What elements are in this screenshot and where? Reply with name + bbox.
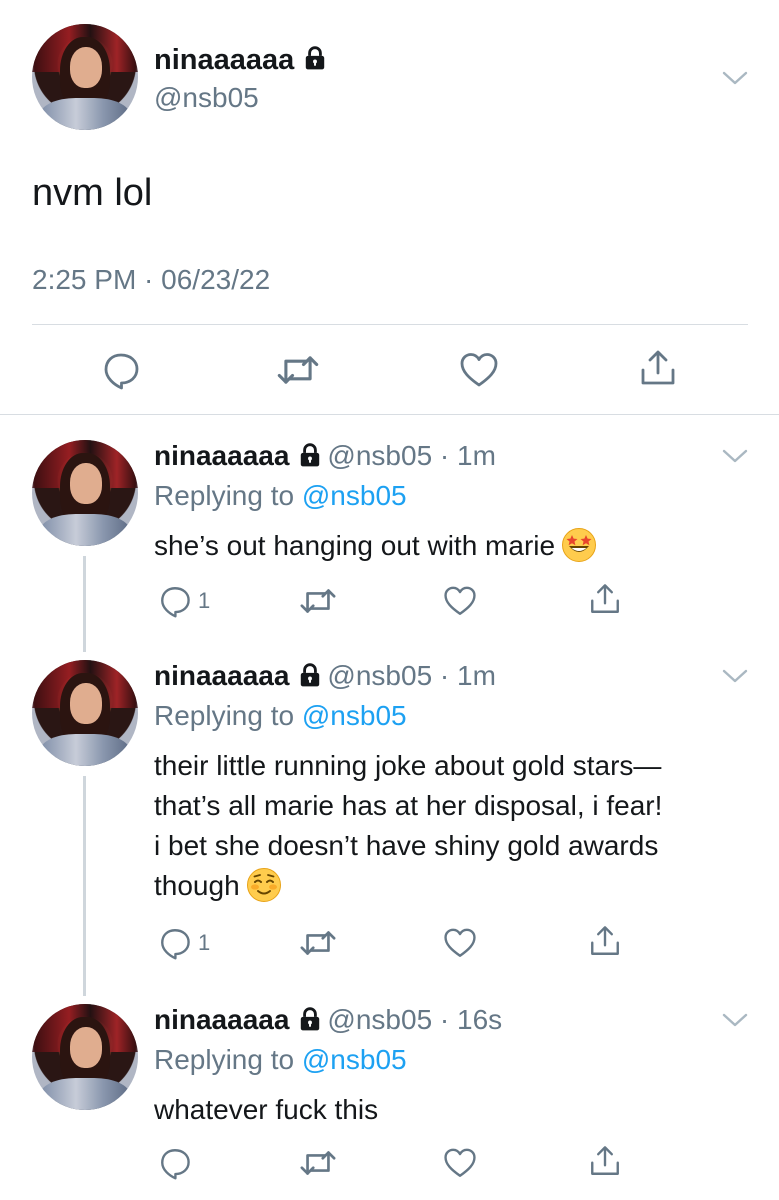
mention-link[interactable]: @nsb05 xyxy=(302,1044,407,1075)
tweet-line: their little running joke about gold sta… xyxy=(154,750,662,781)
tweet-line: i bet she doesn’t have shiny gold awards xyxy=(154,830,659,861)
lock-icon xyxy=(297,662,323,688)
smiling-blush-emoji xyxy=(246,867,281,902)
chevron-down-icon[interactable] xyxy=(722,1012,748,1028)
reply-count: 1 xyxy=(198,588,211,613)
tweet-text: nvm lol xyxy=(32,172,153,214)
like-icon[interactable] xyxy=(459,350,499,390)
mention-link[interactable]: @nsb05 xyxy=(302,480,407,511)
reply-icon[interactable] xyxy=(158,584,192,618)
reply-header: ninaaaaaa @nsb05 · 16s xyxy=(154,1004,502,1036)
handle-and-time: @nsb05 · 1m xyxy=(327,660,496,691)
reply-icon[interactable] xyxy=(158,1146,192,1180)
thread-line xyxy=(83,776,86,996)
lock-icon xyxy=(297,1006,323,1032)
replying-to: Replying to @nsb05 xyxy=(154,1044,407,1076)
replying-to-label: Replying to xyxy=(154,1044,302,1075)
star-struck-emoji xyxy=(562,527,597,562)
tweet-text: their little running joke about gold sta… xyxy=(154,746,754,906)
retweet-icon[interactable] xyxy=(299,924,337,962)
thread-line xyxy=(83,556,86,652)
retweet-icon[interactable] xyxy=(299,1144,337,1182)
share-icon[interactable] xyxy=(638,348,678,388)
lock-icon xyxy=(297,442,323,468)
handle-and-time: @nsb05 · 1m xyxy=(327,440,496,471)
share-icon[interactable] xyxy=(588,582,622,616)
divider xyxy=(0,414,779,415)
replying-to: Replying to @nsb05 xyxy=(154,700,407,732)
reply-count: 1 xyxy=(198,930,211,955)
avatar[interactable] xyxy=(32,1004,138,1110)
handle[interactable]: @nsb05 xyxy=(154,82,259,114)
retweet-icon[interactable] xyxy=(299,582,337,620)
display-name[interactable]: ninaaaaaa xyxy=(154,1004,289,1035)
like-icon[interactable] xyxy=(443,584,477,618)
like-icon[interactable] xyxy=(443,926,477,960)
lock-icon xyxy=(302,45,328,71)
avatar[interactable] xyxy=(32,24,138,130)
handle-and-time: @nsb05 · 16s xyxy=(327,1004,503,1035)
tweet-line: though xyxy=(154,870,240,901)
replying-to: Replying to @nsb05 xyxy=(154,480,407,512)
tweet-line: that’s all marie has at her disposal, i … xyxy=(154,790,663,821)
display-name-text: ninaaaaaa xyxy=(154,44,295,76)
chevron-down-icon[interactable] xyxy=(722,668,748,684)
tweet-line: she’s out hanging out with marie xyxy=(154,530,556,561)
reply-header: ninaaaaaa @nsb05 · 1m xyxy=(154,660,496,692)
mention-link[interactable]: @nsb05 xyxy=(302,700,407,731)
display-name[interactable]: ninaaaaaa xyxy=(154,440,289,471)
display-name[interactable]: ninaaaaaa xyxy=(154,44,328,77)
tweet-timestamp: 2:25 PM · 06/23/22 xyxy=(32,264,271,295)
divider xyxy=(32,324,748,325)
avatar[interactable] xyxy=(32,660,138,766)
replying-to-label: Replying to xyxy=(154,480,302,511)
reply-icon[interactable] xyxy=(101,350,141,390)
like-icon[interactable] xyxy=(443,1146,477,1180)
share-icon[interactable] xyxy=(588,924,622,958)
tweet-text: she’s out hanging out with marie xyxy=(154,526,754,566)
chevron-down-icon[interactable] xyxy=(722,448,748,464)
share-icon[interactable] xyxy=(588,1144,622,1178)
reply-header: ninaaaaaa @nsb05 · 1m xyxy=(154,440,496,472)
tweet-text: whatever fuck this xyxy=(154,1090,754,1130)
chevron-down-icon[interactable] xyxy=(722,70,748,86)
display-name[interactable]: ninaaaaaa xyxy=(154,660,289,691)
reply-icon[interactable] xyxy=(158,926,192,960)
retweet-icon[interactable] xyxy=(276,348,320,392)
avatar[interactable] xyxy=(32,440,138,546)
tweet-line: whatever fuck this xyxy=(154,1094,379,1125)
replying-to-label: Replying to xyxy=(154,700,302,731)
